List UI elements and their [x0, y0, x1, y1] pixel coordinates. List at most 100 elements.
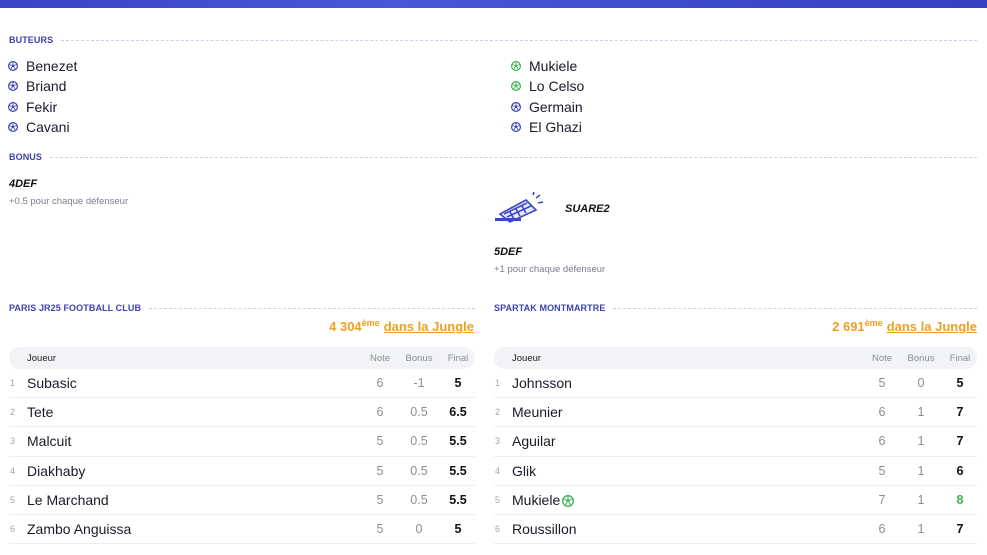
row-index: 6 — [10, 524, 16, 535]
row-index: 1 — [495, 378, 501, 389]
divider — [61, 39, 977, 41]
player-row[interactable]: 3 Malcuit 5 0.5 5.5 — [9, 427, 475, 457]
player-name[interactable]: Zambo Anguissa — [27, 521, 131, 537]
player-final: 5.5 — [449, 434, 467, 449]
scorer-item: Mukiele — [511, 56, 584, 76]
player-row[interactable]: 2 Meunier 6 1 7 — [494, 398, 977, 428]
scorers-left: Benezet Briand Fekir Cavani — [8, 56, 77, 137]
buteurs-title: BUTEURS — [9, 35, 54, 45]
player-bonus: 0.5 — [410, 492, 428, 507]
player-row[interactable]: 5 Le Marchand 5 0.5 5.5 — [9, 486, 475, 515]
player-row[interactable]: 4 Diakhaby 5 0.5 5.5 — [9, 457, 475, 486]
header-banner — [0, 0, 987, 8]
player-final: 5.5 — [449, 492, 467, 507]
player-bonus: 1 — [917, 463, 925, 478]
player-note: 5 — [376, 492, 384, 507]
col-final: Final — [447, 352, 469, 364]
player-name[interactable]: Meunier — [512, 404, 563, 420]
player-final: 5 — [454, 376, 462, 391]
row-index: 5 — [495, 494, 501, 505]
bonus-title: BONUS — [9, 152, 43, 162]
ball-icon — [8, 61, 18, 72]
bonus-right-desc: +1 pour chaque défenseur — [494, 264, 606, 275]
ball-icon — [511, 101, 521, 112]
col-note: Note — [369, 352, 391, 364]
player-bonus: -1 — [413, 376, 425, 391]
player-bonus: 1 — [917, 492, 925, 507]
rank-jungle-link[interactable]: dans la Jungle — [384, 319, 474, 334]
player-name[interactable]: Aguilar — [512, 433, 556, 449]
player-final: 7 — [956, 405, 964, 420]
row-index: 5 — [10, 494, 16, 505]
player-name[interactable]: Roussillon — [512, 521, 577, 537]
row-index: 3 — [10, 436, 16, 447]
scorer-item: Germain — [511, 97, 584, 117]
rank-suffix: ème — [361, 318, 380, 328]
player-bonus: 1 — [917, 522, 925, 537]
player-bonus: 0.5 — [410, 405, 428, 420]
col-bonus: Bonus — [405, 352, 433, 364]
rank-value: 2 691 — [832, 319, 865, 334]
player-final: 5 — [454, 522, 462, 537]
player-row[interactable]: 3 Aguilar 6 1 7 — [494, 427, 977, 457]
player-final: 6 — [956, 463, 964, 478]
player-final: 7 — [956, 522, 964, 537]
goal-ball-icon — [562, 494, 575, 507]
player-bonus: 1 — [917, 405, 925, 420]
player-row[interactable]: 1 Johnsson 5 0 5 — [494, 369, 977, 399]
player-note: 7 — [878, 492, 886, 507]
player-name[interactable]: Mukiele — [512, 492, 560, 508]
col-note: Note — [871, 352, 893, 364]
scorer-name: Fekir — [26, 98, 58, 115]
player-note: 5 — [376, 522, 384, 537]
player-name[interactable]: Le Marchand — [27, 492, 109, 508]
col-bonus: Bonus — [907, 352, 935, 364]
team-right-rank[interactable]: 2 691ème dans la Jungle — [832, 318, 977, 334]
scorers-right: Mukiele Lo Celso Germain El Ghazi — [511, 56, 584, 137]
player-name[interactable]: Diakhaby — [27, 463, 85, 479]
rank-value: 4 304 — [329, 319, 362, 334]
row-index: 3 — [495, 436, 501, 447]
bonus-header: BONUS — [9, 150, 977, 164]
player-bonus: 0.5 — [410, 434, 428, 449]
scorer-item: Benezet — [8, 56, 77, 76]
team-right-header: SPARTAK MONTMARTRE — [494, 301, 977, 315]
scorer-name: Cavani — [26, 119, 70, 136]
player-row[interactable]: 6 Zambo Anguissa 5 0 5 — [9, 515, 475, 545]
player-note: 5 — [878, 376, 886, 391]
player-row[interactable]: 4 Glik 5 1 6 — [494, 457, 977, 486]
player-name[interactable]: Glik — [512, 463, 536, 479]
team-left-table: Joueur Note Bonus Final 1 Subasic 6 -1 5 2 Tete 6 0.… — [9, 347, 475, 545]
player-name[interactable]: Tete — [27, 404, 53, 420]
scorer-name: Briand — [26, 78, 67, 95]
player-name[interactable]: Johnsson — [512, 375, 572, 391]
player-row[interactable]: 2 Tete 6 0.5 6.5 — [9, 398, 475, 428]
ball-icon — [511, 122, 521, 133]
player-bonus: 1 — [917, 434, 925, 449]
row-index: 4 — [10, 465, 16, 476]
player-row[interactable]: 6 Roussillon 6 1 7 — [494, 515, 977, 545]
player-note: 6 — [376, 376, 384, 391]
player-name[interactable]: Subasic — [27, 375, 77, 391]
row-index: 1 — [10, 378, 16, 389]
bonus-right-extra-name: SUARE2 — [565, 203, 610, 215]
player-final: 8 — [956, 492, 964, 507]
player-note: 5 — [878, 463, 886, 478]
player-row[interactable]: 5 Mukiele 7 1 8 — [494, 486, 977, 515]
scorer-item: Fekir — [8, 97, 77, 117]
col-player: Joueur — [27, 352, 57, 364]
ball-icon — [8, 101, 18, 112]
row-index: 2 — [495, 407, 501, 418]
player-bonus: 0 — [917, 376, 925, 391]
team-left-rank[interactable]: 4 304ème dans la Jungle — [329, 318, 474, 334]
scorer-name: El Ghazi — [529, 119, 582, 136]
team-right-name: SPARTAK MONTMARTRE — [494, 303, 606, 313]
team-left-header: PARIS JR25 FOOTBALL CLUB — [9, 301, 475, 315]
player-name[interactable]: Malcuit — [27, 433, 71, 449]
ball-icon — [8, 81, 18, 92]
player-final: 5 — [956, 376, 964, 391]
rank-jungle-link[interactable]: dans la Jungle — [887, 319, 977, 334]
team-right-table: Joueur Note Bonus Final 1 Johnsson 5 0 5 2 Meunier… — [494, 347, 977, 545]
player-row[interactable]: 1 Subasic 6 -1 5 — [9, 369, 475, 399]
player-bonus: 0 — [415, 522, 423, 537]
